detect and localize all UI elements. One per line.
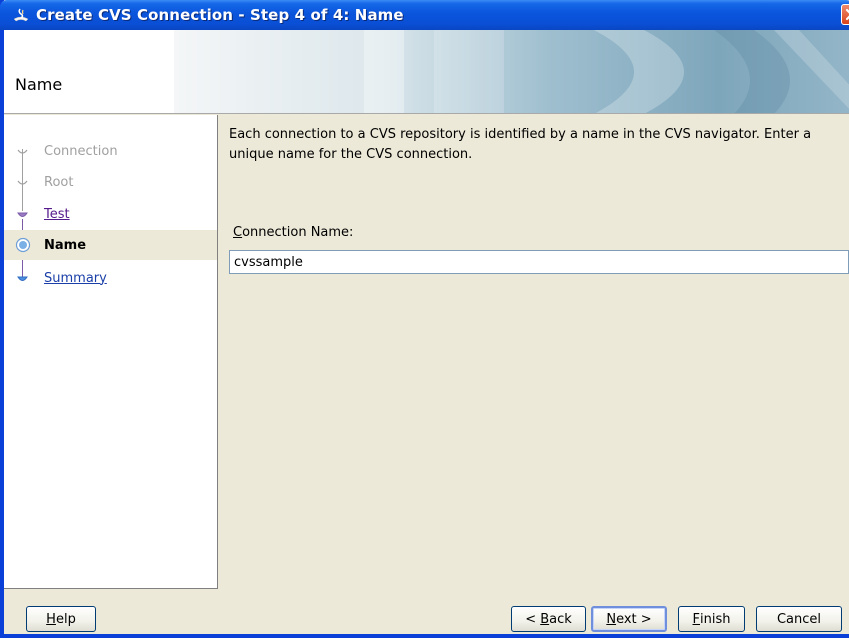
button-label: elp [55,611,76,627]
step-description: Each connection to a CVS repository is i… [229,127,812,162]
wizard-header: Name [4,30,849,114]
nav-step-test[interactable]: Test [4,199,217,229]
wizard-steps-panel: Connection Root Test Name Summary [4,115,218,589]
back-button[interactable]: < Back [511,606,586,632]
nav-step-label: Name [44,237,87,253]
label-text: onnection Name: [242,225,354,240]
title-bar[interactable]: Create CVS Connection - Step 4 of 4: Nam… [0,0,849,30]
finish-button[interactable]: Finish [678,606,745,632]
wizard-window: Create CVS Connection - Step 4 of 4: Nam… [0,0,849,638]
button-mnemonic: N [606,611,617,627]
nav-step-name: Name [4,230,217,260]
nav-step-summary[interactable]: Summary [4,263,217,293]
cancel-button[interactable]: Cancel [756,606,842,632]
nav-step-label: Connection [44,143,118,159]
page-title: Name [15,75,63,94]
step-current-icon [15,237,31,253]
nav-step-label[interactable]: Summary [44,271,107,286]
button-label: < [525,611,541,627]
help-button[interactable]: Help [26,606,96,632]
step-disabled-icon [17,149,28,154]
button-label: ack [549,611,572,627]
close-button[interactable] [841,4,849,25]
nav-step-root: Root [4,167,217,197]
button-label: inish [700,611,731,627]
label-mnemonic: C [233,225,243,240]
step-pending-icon [17,276,28,281]
close-icon [845,8,849,21]
button-mnemonic: H [46,611,56,627]
nav-step-connection: Connection [4,136,217,166]
step-disabled-icon [17,180,28,185]
main-content: Each connection to a CVS repository is i… [229,125,849,165]
connection-name-label: Connection Name: [233,225,353,240]
next-button[interactable]: Next > [591,606,667,632]
button-mnemonic: B [540,611,550,627]
header-banner-graphic [174,30,849,113]
connection-name-input[interactable] [229,250,849,274]
window-title: Create CVS Connection - Step 4 of 4: Nam… [36,6,404,24]
nav-step-label: Root [44,174,74,190]
app-icon [13,8,29,22]
step-visited-icon [17,212,28,217]
button-mnemonic: F [692,611,700,627]
nav-step-label[interactable]: Test [44,207,70,222]
button-label: ext > [616,611,652,627]
